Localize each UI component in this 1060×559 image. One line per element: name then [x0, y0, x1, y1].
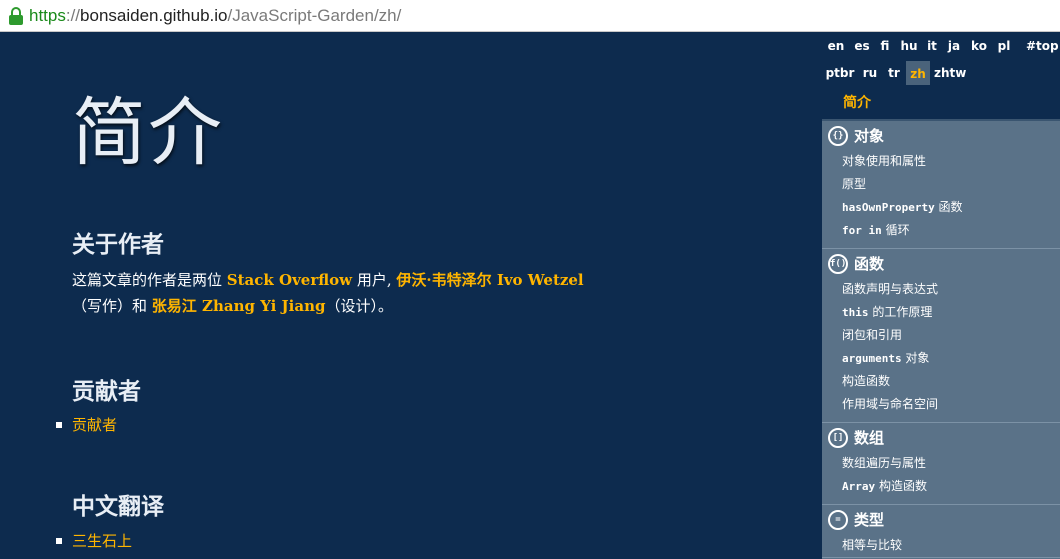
url-text[interactable]: https://bonsaiden.github.io/JavaScript-G…	[29, 6, 401, 26]
nav-item[interactable]: 数组遍历与属性	[822, 452, 1060, 475]
author-heading: 关于作者	[72, 231, 164, 258]
nav-section-title: 类型	[854, 511, 885, 529]
lang-top[interactable]: #top	[1026, 33, 1059, 59]
nav-item[interactable]: 函数声明与表达式	[822, 278, 1060, 301]
lang-ptbr[interactable]: ptbr	[824, 60, 856, 86]
address-bar[interactable]: https://bonsaiden.github.io/JavaScript-G…	[0, 0, 1060, 32]
lock-icon	[5, 5, 27, 27]
brackets-icon: []	[828, 427, 848, 448]
nav-item[interactable]: arguments 对象	[822, 347, 1060, 370]
nav-item[interactable]: 原型	[822, 173, 1060, 196]
list-item: 贡献者	[56, 414, 117, 435]
nav-section-objects: {} 对象 对象使用和属性 原型 hasOwnProperty 函数 for i…	[822, 121, 1060, 249]
author-paragraph: 这篇文章的作者是两位 Stack Overflow 用户, 伊沃·韦特泽尔 Iv…	[72, 271, 584, 315]
nav-section-types: = 类型 相等与比较	[822, 505, 1060, 558]
lang-pl[interactable]: pl	[994, 33, 1014, 59]
language-bar: en es fi hu it ja ko pl #top ptbr ru tr …	[822, 33, 1060, 88]
nav-item[interactable]: 作用域与命名空间	[822, 393, 1060, 416]
lang-ko[interactable]: ko	[968, 33, 990, 59]
equals-icon: =	[828, 509, 848, 530]
translation-heading: 中文翻译	[72, 493, 164, 520]
lang-zhtw[interactable]: zhtw	[934, 60, 966, 86]
nav-item[interactable]: 闭包和引用	[822, 324, 1060, 347]
lang-ja[interactable]: ja	[944, 33, 964, 59]
nav-section-functions: f() 函数 函数声明与表达式 this 的工作原理 闭包和引用 argumen…	[822, 249, 1060, 423]
lang-es[interactable]: es	[851, 33, 873, 59]
lang-zh[interactable]: zh	[906, 59, 930, 85]
nav-item[interactable]: Array 构造函数	[822, 475, 1060, 498]
translator-link[interactable]: 三生石上	[72, 530, 132, 551]
lang-fi[interactable]: fi	[876, 33, 894, 59]
nav-item[interactable]: this 的工作原理	[822, 301, 1060, 324]
lang-ru[interactable]: ru	[860, 60, 880, 86]
nav-section-arrays: [] 数组 数组遍历与属性 Array 构造函数	[822, 423, 1060, 505]
nav-section-header[interactable]: = 类型	[822, 505, 1060, 534]
lang-it[interactable]: it	[923, 33, 941, 59]
ivo-wetzel-link[interactable]: 伊沃·韦特泽尔 Ivo Wetzel	[396, 271, 583, 289]
zhang-yi-jiang-link[interactable]: 张易江 Zhang Yi Jiang	[152, 297, 326, 315]
page-title: 简介	[72, 90, 224, 176]
lang-en[interactable]: en	[824, 33, 848, 59]
contributors-link[interactable]: 贡献者	[72, 414, 117, 435]
lang-hu[interactable]: hu	[898, 33, 920, 59]
nav-section-title: 对象	[854, 127, 885, 145]
nav-section-title: 数组	[854, 429, 885, 447]
nav-section-header[interactable]: f() 函数	[822, 249, 1060, 278]
nav-section-header[interactable]: {} 对象	[822, 121, 1060, 150]
nav-item[interactable]: 对象使用和属性	[822, 150, 1060, 173]
bullet-icon	[56, 421, 62, 428]
lang-tr[interactable]: tr	[884, 60, 904, 86]
function-icon: f()	[828, 253, 848, 274]
nav-section-header[interactable]: [] 数组	[822, 423, 1060, 452]
nav-intro[interactable]: 简介	[822, 88, 1060, 121]
article-content: 简介 关于作者 这篇文章的作者是两位 Stack Overflow 用户, 伊沃…	[0, 33, 822, 559]
sidebar-nav: en es fi hu it ja ko pl #top ptbr ru tr …	[822, 33, 1060, 559]
list-item: 三生石上	[56, 530, 132, 551]
nav-item[interactable]: 构造函数	[822, 370, 1060, 393]
nav-section-title: 函数	[854, 255, 885, 273]
contributors-heading: 贡献者	[72, 378, 141, 405]
stackoverflow-link[interactable]: Stack Overflow	[227, 271, 352, 289]
braces-icon: {}	[828, 125, 848, 146]
bullet-icon	[56, 537, 62, 544]
nav-item[interactable]: 相等与比较	[822, 534, 1060, 557]
nav-item[interactable]: hasOwnProperty 函数	[822, 196, 1060, 219]
nav-item[interactable]: for in 循环	[822, 219, 1060, 242]
